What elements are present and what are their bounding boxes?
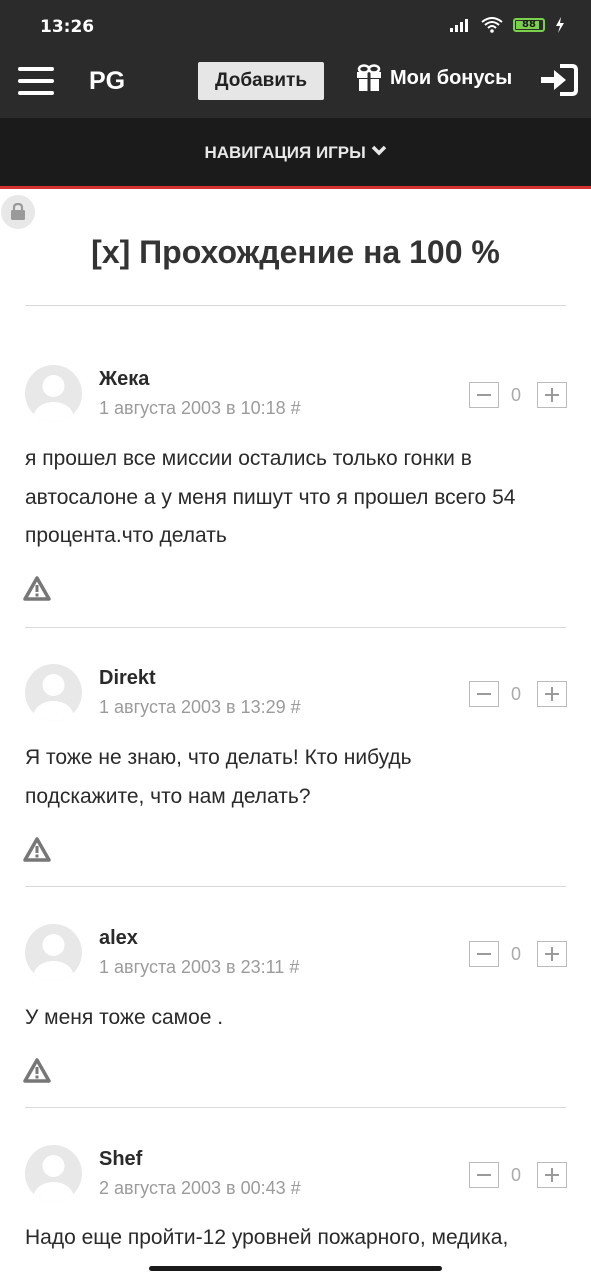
avatar[interactable] [25, 924, 82, 981]
comment-text: я прошел все миссии остались только гонк… [25, 440, 573, 556]
vote-score: 0 [510, 1165, 521, 1185]
page-title: [x] Прохождение на 100 % [91, 234, 500, 270]
home-indicator[interactable] [149, 1266, 442, 1271]
signal-icon [450, 19, 468, 32]
add-button[interactable]: Добавить [198, 62, 324, 100]
battery-level: 88 [522, 19, 536, 30]
status-bar: 13:26 88 [0, 0, 591, 44]
comment-author[interactable]: Shef [99, 1148, 142, 1171]
comment-text-line: автосалоне а у меня пишут что я прошел в… [25, 485, 516, 509]
vote-score: 0 [510, 944, 521, 964]
vote-score: 0 [510, 385, 521, 405]
avatar[interactable] [25, 1145, 82, 1202]
top-bar: PG Добавить Мои бонусы [0, 44, 591, 118]
comment-text-line: У меня тоже самое . [25, 1006, 224, 1029]
game-navigation: НАВИГАЦИЯ ИГРЫ [0, 118, 591, 189]
avatar[interactable] [25, 365, 82, 422]
vote-score: 0 [510, 684, 521, 704]
comment-text-line: Я тоже не знаю, что делать! Кто нибудь [25, 746, 412, 769]
comment-text: Надо еще пройти-12 уровней пожарного, ме… [25, 1219, 573, 1258]
avatar-placeholder-icon [33, 674, 74, 721]
hamburger-icon[interactable] [18, 67, 54, 95]
comment-text-line: подскажите, что нам делать? [25, 784, 311, 808]
divider [25, 305, 566, 306]
status-icons: 88 [449, 17, 565, 33]
comment-date[interactable]: 1 августа 2003 в 10:18 # [99, 398, 301, 419]
lock-icon [11, 203, 25, 220]
comment-text-line: я прошел все миссии остались только гонк… [25, 447, 472, 470]
chevron-down-icon [371, 145, 386, 156]
comment-author[interactable]: Direkt [99, 667, 156, 690]
divider [25, 1107, 566, 1108]
divider [25, 627, 566, 628]
status-time: 13:26 [40, 17, 95, 37]
divider [25, 886, 566, 887]
avatar-placeholder-icon [33, 1155, 74, 1202]
avatar[interactable] [25, 664, 82, 721]
comment-author[interactable]: alex [99, 927, 138, 950]
comment-text-line: Надо еще пройти-12 уровней пожарного, ме… [25, 1226, 509, 1249]
charging-icon [556, 17, 564, 33]
site-logo[interactable]: PG [89, 67, 125, 96]
comment-date[interactable]: 1 августа 2003 в 13:29 # [99, 697, 301, 718]
lock-badge [1, 195, 35, 229]
vote-up-button[interactable] [537, 681, 567, 707]
vote-up-button[interactable] [537, 1162, 567, 1188]
warning-icon[interactable] [23, 1058, 51, 1083]
vote-down-button[interactable] [469, 1162, 499, 1188]
vote-down-button[interactable] [469, 941, 499, 967]
gift-icon [357, 64, 381, 91]
comment-author[interactable]: Жека [99, 368, 149, 391]
vote-down-button[interactable] [469, 681, 499, 707]
vote-up-button[interactable] [537, 941, 567, 967]
battery-icon: 88 [513, 18, 545, 32]
bonus-label: Мои бонусы [390, 66, 513, 89]
game-navigation-toggle[interactable]: НАВИГАЦИЯ ИГРЫ [0, 143, 591, 163]
comment-text-line: процента.что делать [25, 524, 227, 547]
game-navigation-label: НАВИГАЦИЯ ИГРЫ [204, 143, 366, 162]
comment-text: У меня тоже самое . [25, 999, 573, 1038]
warning-icon[interactable] [23, 576, 51, 601]
login-icon[interactable] [540, 64, 578, 96]
comment-date[interactable]: 2 августа 2003 в 00:43 # [99, 1178, 301, 1199]
avatar-placeholder-icon [33, 934, 74, 981]
comment-text: Я тоже не знаю, что делать! Кто нибудь п… [25, 739, 573, 816]
comment-date[interactable]: 1 августа 2003 в 23:11 # [99, 957, 299, 978]
bonus-link[interactable]: Мои бонусы [356, 64, 512, 92]
vote-up-button[interactable] [537, 382, 567, 408]
wifi-icon [481, 17, 503, 33]
avatar-placeholder-icon [33, 375, 74, 422]
vote-down-button[interactable] [469, 382, 499, 408]
warning-icon[interactable] [23, 837, 51, 862]
